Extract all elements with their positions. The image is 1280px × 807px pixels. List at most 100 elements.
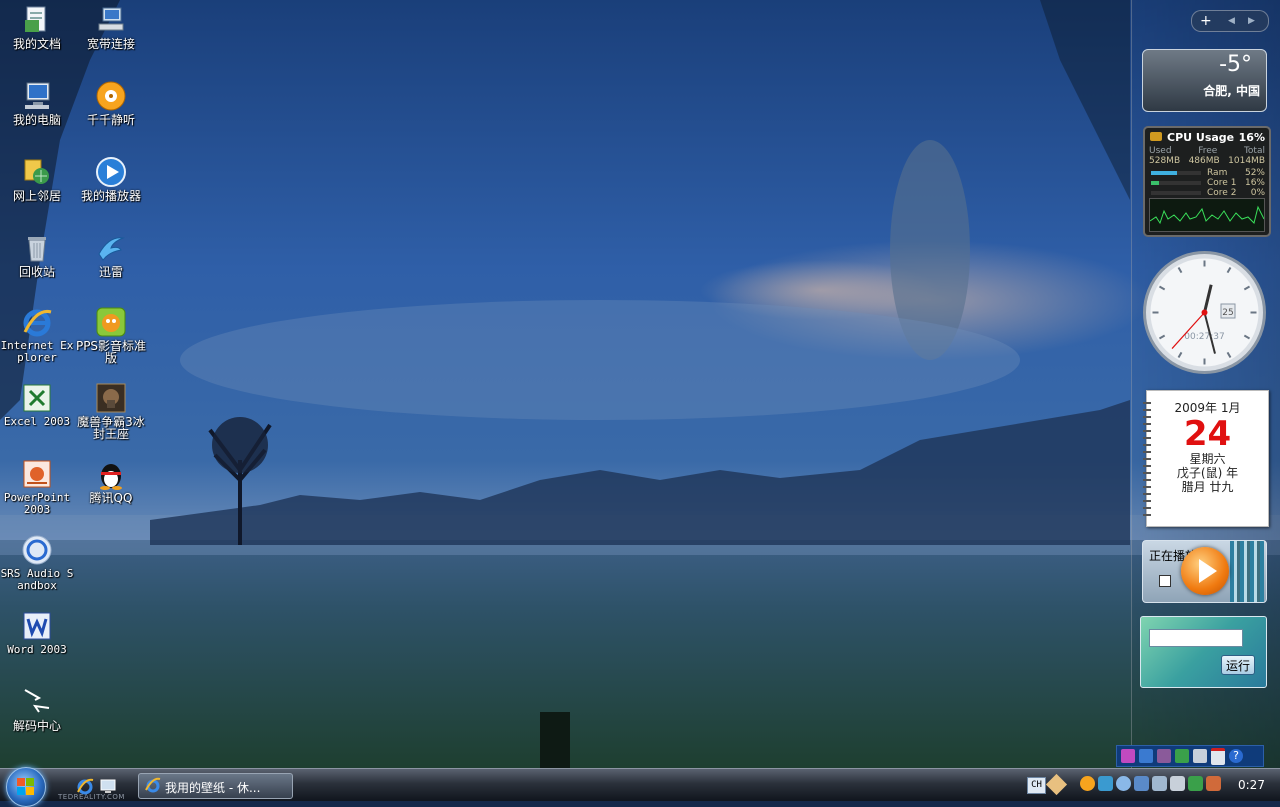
header-used: Used: [1149, 146, 1172, 156]
taskbar-clock[interactable]: 0:27: [1238, 778, 1265, 792]
cpu-title: CPU Usage: [1167, 131, 1235, 144]
internet-explorer-icon: [145, 777, 161, 796]
desktop-icon-qq[interactable]: 腾讯QQ: [74, 458, 148, 504]
value-total: 1014MB: [1228, 156, 1265, 166]
language-indicator[interactable]: CH: [1027, 777, 1046, 794]
leaf-icon[interactable]: [1175, 749, 1189, 763]
ttplayer-icon: [95, 80, 127, 112]
desktop-icon-label: Word 2003: [7, 643, 67, 656]
meter-value: 16%: [1244, 178, 1265, 188]
pps-player-icon: [95, 306, 127, 338]
cpu-chip-icon: [1150, 132, 1162, 141]
volume-tray-icon[interactable]: [1170, 776, 1185, 791]
desktop-icon-label: PPS影音标准版: [75, 339, 147, 365]
desktop-icon-warcraft[interactable]: 魔兽争霸3冰封王座: [74, 382, 148, 440]
my-computer-icon: [21, 80, 53, 112]
sidebar-controls: + ◀ ▶: [1191, 10, 1269, 32]
taskbar-window-button[interactable]: 我用的壁纸 - 休...: [138, 773, 293, 799]
next-gadget-icon[interactable]: ▶: [1248, 12, 1255, 30]
powerpoint-icon: [21, 458, 53, 490]
puzzle-icon[interactable]: [1121, 749, 1135, 763]
stop-icon[interactable]: [1159, 575, 1171, 587]
show-desktop-icon[interactable]: [99, 777, 117, 795]
security-tray-icon[interactable]: [1188, 776, 1203, 791]
desktop-icon-broadband[interactable]: 宽带连接: [74, 4, 148, 50]
weather-location: 合肥, 中国: [1203, 84, 1260, 98]
desktop-icon-label: Excel 2003: [3, 415, 71, 428]
play-button[interactable]: [1181, 547, 1229, 595]
add-gadget-button[interactable]: +: [1200, 12, 1212, 30]
desktop-icon-thunder[interactable]: 迅雷: [74, 232, 148, 278]
network-places-icon: [21, 156, 53, 188]
desktop-icon-my-player[interactable]: 我的播放器: [74, 156, 148, 202]
ttplayer-tray-icon[interactable]: [1080, 776, 1095, 791]
my-documents-icon: [21, 4, 53, 36]
desktop-icon-codec-center[interactable]: 解码中心: [0, 686, 74, 732]
audio-tray-icon[interactable]: [1116, 776, 1131, 791]
desktop-icon-pps[interactable]: PPS影音标准版: [74, 306, 148, 364]
clock-date-box: 25: [1222, 308, 1233, 318]
cpu-usage-gadget[interactable]: CPU Usage 16% Used Free Total 528MB 486M…: [1143, 126, 1271, 237]
desktop-icon-ttplayer[interactable]: 千千静听: [74, 80, 148, 126]
desktop-icon-excel[interactable]: Excel 2003: [0, 382, 74, 428]
media-player-gadget[interactable]: 正在播放: [1142, 540, 1267, 603]
help-icon[interactable]: ?: [1229, 749, 1243, 763]
network-tray-icon[interactable]: [1098, 776, 1113, 791]
meter-label: Core 1: [1207, 178, 1237, 188]
desktop-icon-label: 腾讯QQ: [89, 491, 133, 505]
desktop-icon-my-computer[interactable]: 我的电脑: [0, 80, 74, 126]
taskbar-window-title: 我用的壁纸 - 休...: [165, 781, 261, 795]
qq-penguin-icon: [95, 458, 127, 490]
sidebar-quick-tools: ?: [1116, 745, 1264, 767]
desktop-icon-internet-explorer[interactable]: Internet Explorer: [0, 306, 74, 364]
run-command-input[interactable]: [1149, 629, 1243, 647]
notepad-icon[interactable]: [1211, 747, 1225, 765]
internet-explorer-icon: [21, 306, 53, 338]
desktop-icon-label: Internet Explorer: [0, 339, 74, 364]
desktop-icon-label: 我的电脑: [12, 113, 61, 127]
desktop-icon-label: 迅雷: [98, 265, 123, 279]
desktop-icon-label: 解码中心: [12, 719, 61, 733]
start-button[interactable]: [6, 767, 46, 807]
desktop-icon-my-documents[interactable]: 我的文档: [0, 4, 74, 50]
header-total: Total: [1243, 146, 1265, 156]
word-icon: [21, 610, 53, 642]
core1-meter: Core 1 16%: [1149, 178, 1265, 188]
windows-logo-icon: [17, 778, 35, 796]
calendar-day: 24: [1183, 414, 1232, 454]
analog-clock-gadget[interactable]: 25 00:27:37: [1142, 250, 1267, 375]
desktop-icon-recycle-bin[interactable]: 回收站: [0, 232, 74, 278]
calendar-gadget[interactable]: 2009年 1月 24 星期六 戊子(鼠) 年 腊月 廿九: [1143, 390, 1269, 527]
tools-icon[interactable]: [1157, 749, 1171, 763]
calendar-spiral: [1143, 397, 1151, 517]
system-tray: [1080, 776, 1221, 794]
weather-gadget[interactable]: -5° 合肥, 中国: [1142, 49, 1267, 112]
desktop-icon-network[interactable]: 网上邻居: [0, 156, 74, 202]
network-tool-icon[interactable]: [1139, 749, 1153, 763]
excel-icon: [21, 382, 53, 414]
desktop-icon-label: SRS Audio Sandbox: [0, 567, 74, 592]
calendar-lunar-year: 戊子(鼠) 年: [1176, 466, 1239, 480]
calendar-lunar-date: 腊月 廿九: [1181, 480, 1234, 494]
desktop-icon-label: 网上邻居: [12, 189, 61, 203]
tools-tray-icon[interactable]: [1206, 776, 1221, 791]
desktop-icon-word[interactable]: Word 2003: [0, 610, 74, 656]
weather-temperature: -5°: [1219, 52, 1252, 77]
ime-icon[interactable]: [1045, 773, 1068, 796]
run-button[interactable]: 运行: [1221, 655, 1255, 675]
display-tray-icon[interactable]: [1152, 776, 1167, 791]
thunder-icon: [95, 232, 127, 264]
broadband-connection-icon: [95, 4, 127, 36]
meter-value: 0%: [1250, 188, 1265, 198]
media-player-icon: [95, 156, 127, 188]
prev-gadget-icon[interactable]: ◀: [1228, 12, 1235, 30]
keyboard-icon[interactable]: [1193, 749, 1207, 763]
monitor-tray-icon[interactable]: [1134, 776, 1149, 791]
value-free: 486MB: [1188, 156, 1220, 166]
desktop-icon-label: 宽带连接: [86, 37, 135, 51]
desktop-icon-label: 我的文档: [12, 37, 61, 51]
core2-meter: Core 2 0%: [1149, 188, 1265, 198]
desktop-icon-powerpoint[interactable]: PowerPoint 2003: [0, 458, 74, 516]
desktop-icon-srs-audio[interactable]: SRS Audio Sandbox: [0, 534, 74, 592]
quick-launch-ie-icon[interactable]: [76, 777, 94, 795]
